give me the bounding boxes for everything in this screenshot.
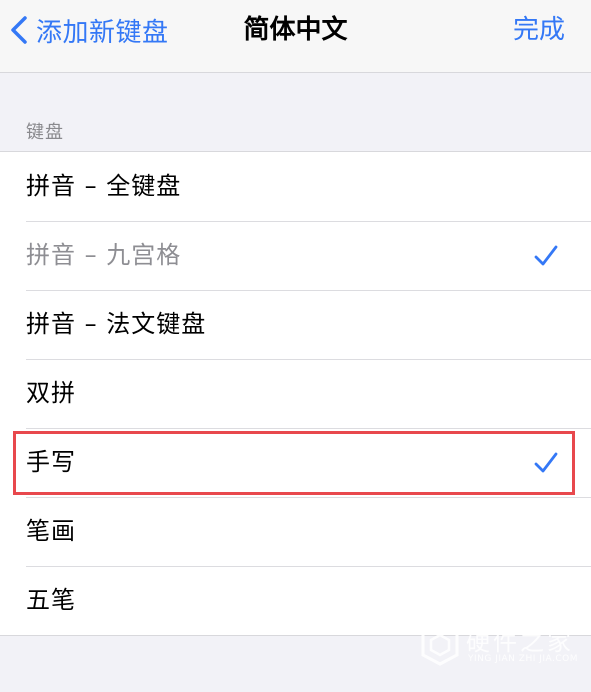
watermark: 硬件之家 YING JIAN ZHI JIA.COM [420, 616, 580, 676]
keyboard-row-pinyin-nine-grid[interactable]: 拼音 – 九宫格 [0, 221, 591, 290]
keyboard-row-pinyin-full[interactable]: 拼音 – 全键盘 [0, 152, 591, 221]
row-label: 笔画 [26, 517, 76, 545]
watermark-subtext: YING JIAN ZHI JIA.COM [468, 654, 579, 664]
keyboard-list: 拼音 – 全键盘 拼音 – 九宫格 拼音 – 法文键盘 双拼 手写 笔画 五笔 [0, 151, 591, 636]
keyboard-row-stroke[interactable]: 笔画 [0, 497, 591, 566]
checkmark-icon [533, 450, 559, 476]
cube-logo-icon [420, 622, 460, 670]
back-button[interactable]: 添加新键盘 [10, 10, 169, 50]
keyboard-row-pinyin-french[interactable]: 拼音 – 法文键盘 [0, 290, 591, 359]
keyboard-row-shuangpin[interactable]: 双拼 [0, 359, 591, 428]
row-label: 拼音 – 九宫格 [26, 241, 182, 269]
section-header: 键盘 [26, 122, 64, 143]
row-label: 手写 [26, 448, 76, 476]
row-label: 双拼 [26, 379, 76, 407]
chevron-left-icon [10, 15, 28, 45]
keyboard-row-handwriting[interactable]: 手写 [0, 428, 591, 497]
row-label: 五笔 [26, 586, 76, 614]
checkmark-icon [533, 243, 559, 269]
navigation-bar: 添加新键盘 简体中文 完成 [0, 0, 591, 73]
watermark-text: 硬件之家 [466, 628, 574, 656]
row-label: 拼音 – 全键盘 [26, 172, 182, 200]
row-label: 拼音 – 法文键盘 [26, 310, 207, 338]
done-button[interactable]: 完成 [513, 10, 565, 50]
back-button-label: 添加新键盘 [36, 17, 169, 48]
